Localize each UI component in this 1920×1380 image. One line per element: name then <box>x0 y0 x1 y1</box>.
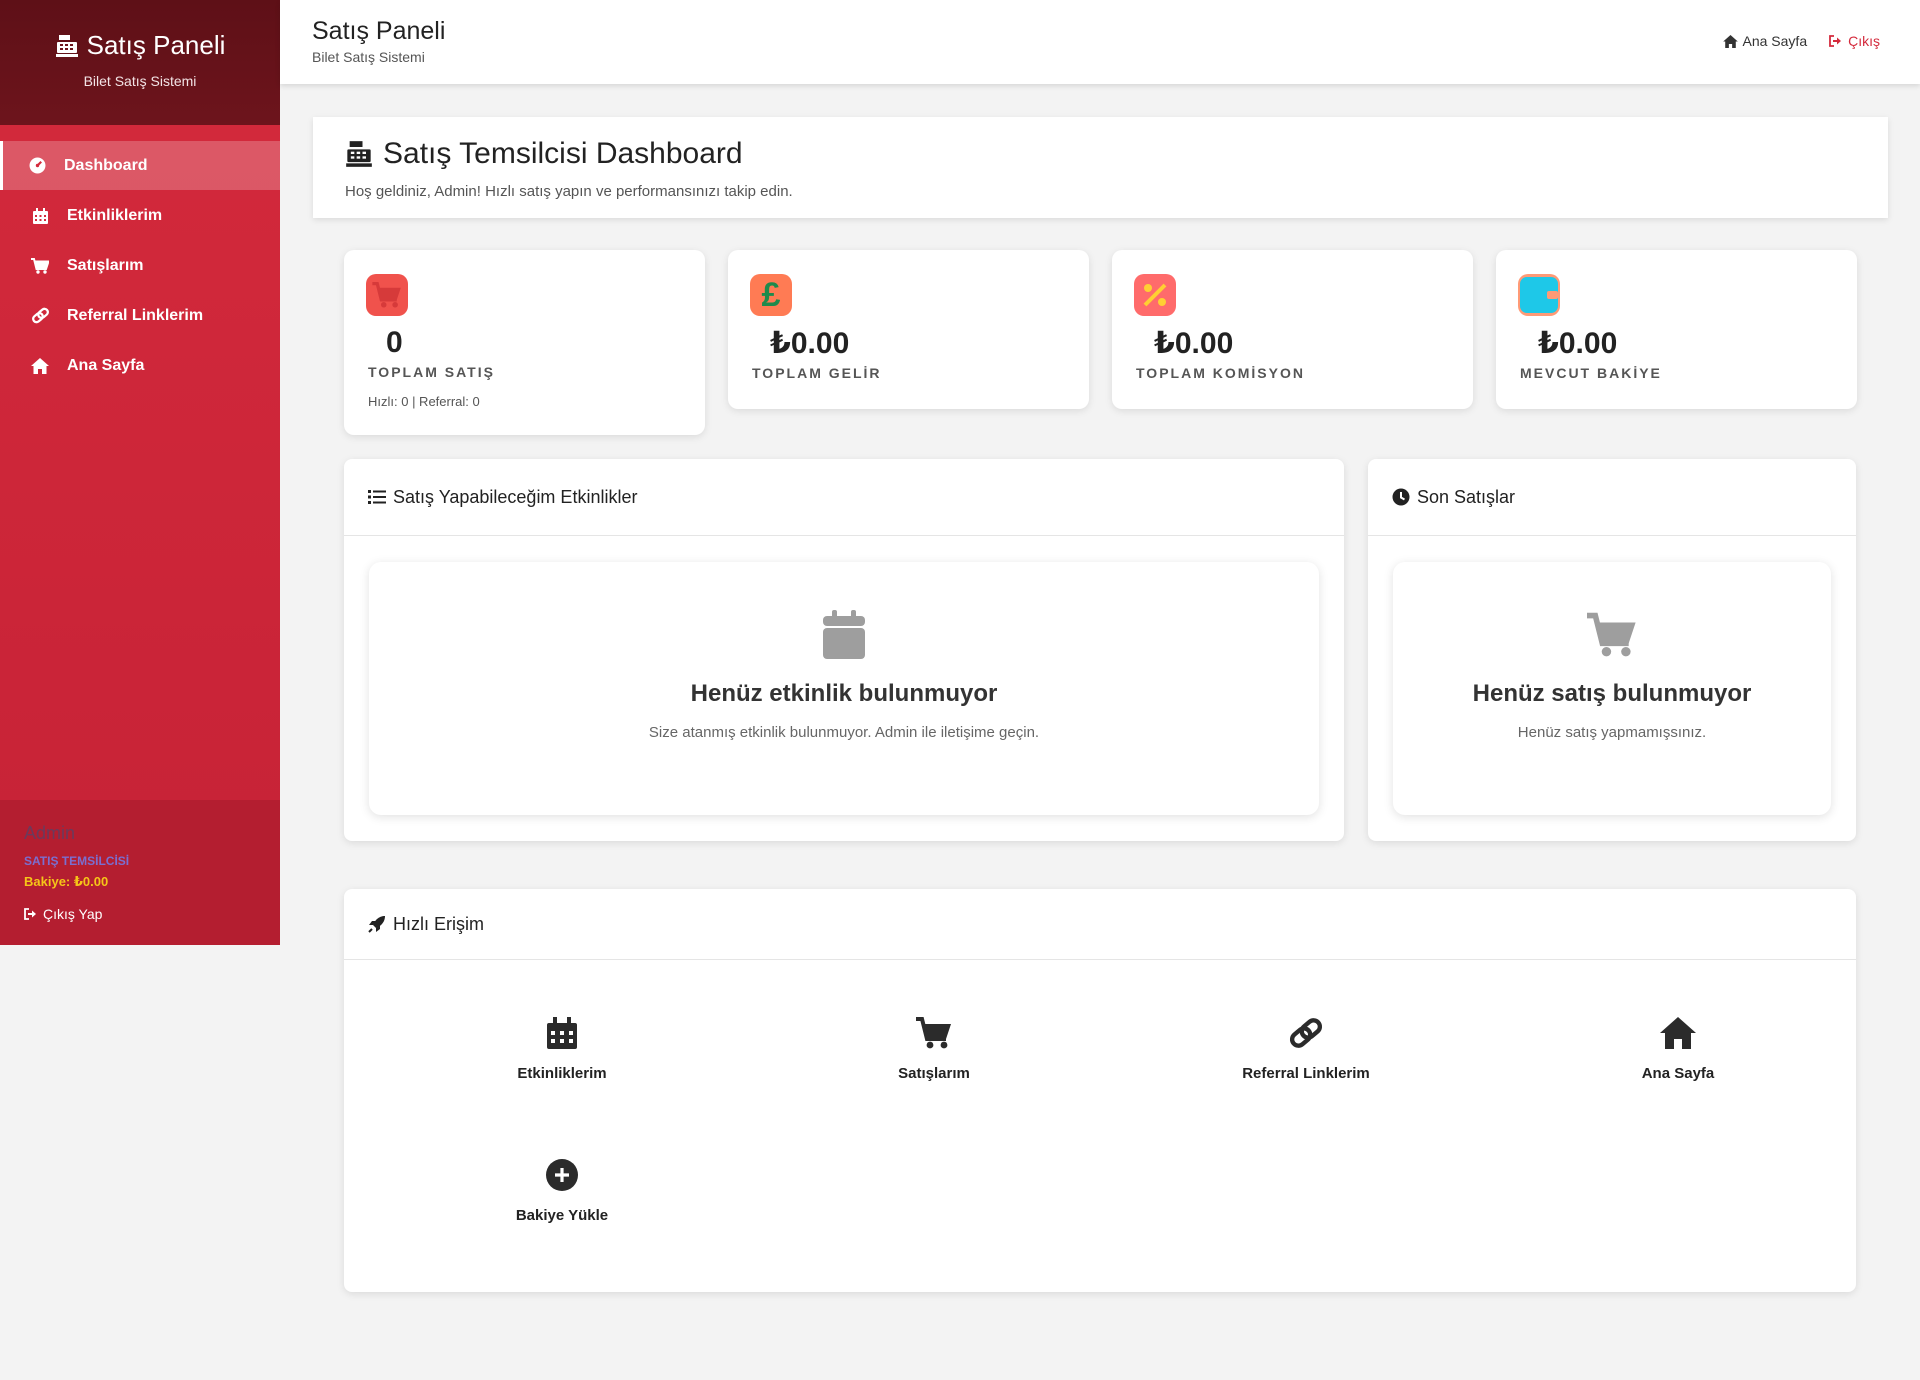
top-links: Ana Sayfa Çıkış <box>1722 33 1880 49</box>
cash-register-icon <box>55 34 79 58</box>
home-icon <box>1722 34 1738 48</box>
events-empty-state: Henüz etkinlik bulunmuyor Size atanmış e… <box>369 562 1319 815</box>
stat-card-total-commission: ₺0.00 TOPLAM KOMİSYON <box>1112 250 1473 409</box>
calendar-icon <box>30 206 50 226</box>
stat-card-current-balance: ₺0.00 MEVCUT BAKİYE <box>1496 250 1857 409</box>
sidebar-item-etkinliklerim[interactable]: Etkinliklerim <box>0 191 280 240</box>
wallet-icon <box>1518 274 1560 316</box>
brand-title-text: Satış Paneli <box>86 30 226 60</box>
link-icon <box>30 306 50 326</box>
stat-value: ₺0.00 <box>1154 327 1234 360</box>
dashboard-heading-text: Satış Temsilcisi Dashboard <box>383 137 743 170</box>
events-panel-title: Satış Yapabileceğim Etkinlikler <box>393 486 638 507</box>
quick-access-label: Etkinliklerim <box>517 1065 607 1082</box>
quick-access-etkinliklerim[interactable]: Etkinliklerim <box>442 1015 682 1082</box>
dashboard-heading: Satış Temsilcisi Dashboard <box>345 137 1856 171</box>
user-name: Admin <box>24 823 76 843</box>
stat-label: MEVCUT BAKİYE <box>1520 365 1662 381</box>
calendar-icon <box>544 1015 580 1051</box>
recent-sales-header: Son Satışlar <box>1368 459 1856 536</box>
clock-icon <box>1392 488 1410 506</box>
quick-access-referral-linklerim[interactable]: Referral Linklerim <box>1186 1015 1426 1082</box>
quick-access-satislarim[interactable]: Satışlarım <box>814 1015 1054 1082</box>
recent-sales-panel: Son Satışlar Henüz satış bulunmuyor Henü… <box>1368 459 1856 841</box>
logout-label: Çıkış Yap <box>43 906 103 922</box>
stat-label: TOPLAM SATIŞ <box>368 364 495 380</box>
sidebar-item-label: Referral Linklerim <box>67 306 204 324</box>
sign-out-icon <box>24 908 38 920</box>
recent-sales-title: Son Satışlar <box>1417 486 1516 507</box>
percent-icon <box>1134 274 1176 316</box>
home-icon <box>1660 1015 1696 1051</box>
stat-value: 0 <box>386 326 403 359</box>
user-balance: Bakiye: ₺0.00 <box>24 874 109 889</box>
plus-circle-icon <box>544 1157 580 1193</box>
stat-detail: Hızlı: 0 | Referral: 0 <box>368 394 480 409</box>
brand: Satış Paneli Bilet Satış Sistemi <box>0 0 280 125</box>
dashboard-icon <box>27 156 47 176</box>
user-role: SATIŞ TEMSİLCİSİ <box>24 854 130 868</box>
top-home-label: Ana Sayfa <box>1742 33 1808 49</box>
user-box: Admin SATIŞ TEMSİLCİSİ Bakiye: ₺0.00 Çık… <box>0 800 280 945</box>
sales-empty-state: Henüz satış bulunmuyor Henüz satış yapma… <box>1393 562 1831 815</box>
link-icon <box>1288 1015 1324 1051</box>
sidebar-item-ana-sayfa[interactable]: Ana Sayfa <box>0 341 280 390</box>
top-home-link[interactable]: Ana Sayfa <box>1722 33 1808 49</box>
cart-icon <box>916 1015 952 1051</box>
sidebar-item-label: Dashboard <box>64 156 148 174</box>
events-empty-title: Henüz etkinlik bulunmuyor <box>690 680 998 707</box>
quick-access-label: Bakiye Yükle <box>515 1207 609 1224</box>
brand-title[interactable]: Satış Paneli <box>0 30 280 61</box>
events-empty-text: Size atanmış etkinlik bulunmuyor. Admin … <box>648 724 1040 741</box>
brand-subtitle: Bilet Satış Sistemi <box>83 73 197 89</box>
welcome-text: Hoş geldiniz, Admin! Hızlı satış yapın v… <box>345 183 793 200</box>
cart-icon <box>1587 610 1637 660</box>
stat-label: TOPLAM GELİR <box>752 365 882 381</box>
quick-access-header: Hızlı Erişim <box>344 889 1856 960</box>
sales-empty-text: Henüz satış yapmamışsınız. <box>1517 724 1707 741</box>
events-panel: Satış Yapabileceğim Etkinlikler Henüz et… <box>344 459 1344 841</box>
sign-out-icon <box>1829 35 1843 47</box>
sidebar-nav: Dashboard Etkinliklerim Satışlarım Refer… <box>0 141 280 390</box>
sidebar-item-label: Ana Sayfa <box>67 356 145 374</box>
top-logout-link[interactable]: Çıkış <box>1829 33 1880 49</box>
page-subtitle: Bilet Satış Sistemi <box>312 49 425 65</box>
list-icon <box>368 489 386 505</box>
quick-access-title: Hızlı Erişim <box>393 913 484 934</box>
cart-icon <box>30 256 50 276</box>
quick-access-ana-sayfa[interactable]: Ana Sayfa <box>1558 1015 1798 1082</box>
top-logout-label: Çıkış <box>1848 33 1880 49</box>
cash-register-icon <box>345 140 373 168</box>
topbar: Satış Paneli Bilet Satış Sistemi Ana Say… <box>280 0 1920 84</box>
page-title: Satış Paneli <box>312 17 446 45</box>
cart-icon <box>366 274 408 316</box>
sales-empty-title: Henüz satış bulunmuyor <box>1472 680 1752 707</box>
quick-access-label: Referral Linklerim <box>1242 1065 1370 1082</box>
sidebar-item-label: Satışlarım <box>67 256 144 274</box>
quick-access-panel: Hızlı Erişim Etkinliklerim Satışlarım Re… <box>344 889 1856 1292</box>
stat-value: ₺0.00 <box>770 327 850 360</box>
quick-access-label: Ana Sayfa <box>1641 1065 1715 1082</box>
stat-value: ₺0.00 <box>1538 327 1618 360</box>
sidebar-logout-link[interactable]: Çıkış Yap <box>24 906 256 922</box>
pound-icon: £ <box>750 274 792 316</box>
rocket-icon <box>368 915 386 933</box>
stat-label: TOPLAM KOMİSYON <box>1136 365 1305 381</box>
sidebar: Satış Paneli Bilet Satış Sistemi Dashboa… <box>0 0 280 945</box>
sidebar-item-label: Etkinliklerim <box>67 206 163 224</box>
quick-access-label: Satışlarım <box>898 1065 970 1082</box>
sidebar-item-satislarim[interactable]: Satışlarım <box>0 241 280 290</box>
events-panel-header: Satış Yapabileceğim Etkinlikler <box>344 459 1344 536</box>
stat-card-total-sales: 0 TOPLAM SATIŞ Hızlı: 0 | Referral: 0 <box>344 250 705 435</box>
sidebar-item-dashboard[interactable]: Dashboard <box>0 141 280 190</box>
welcome-card: Satış Temsilcisi Dashboard Hoş geldiniz,… <box>313 117 1888 218</box>
stat-card-total-income: £ ₺0.00 TOPLAM GELİR <box>728 250 1089 409</box>
home-icon <box>30 356 50 376</box>
quick-access-bakiye-yukle[interactable]: Bakiye Yükle <box>442 1157 682 1224</box>
calendar-icon <box>819 610 869 660</box>
sidebar-item-referral-linklerim[interactable]: Referral Linklerim <box>0 291 280 340</box>
